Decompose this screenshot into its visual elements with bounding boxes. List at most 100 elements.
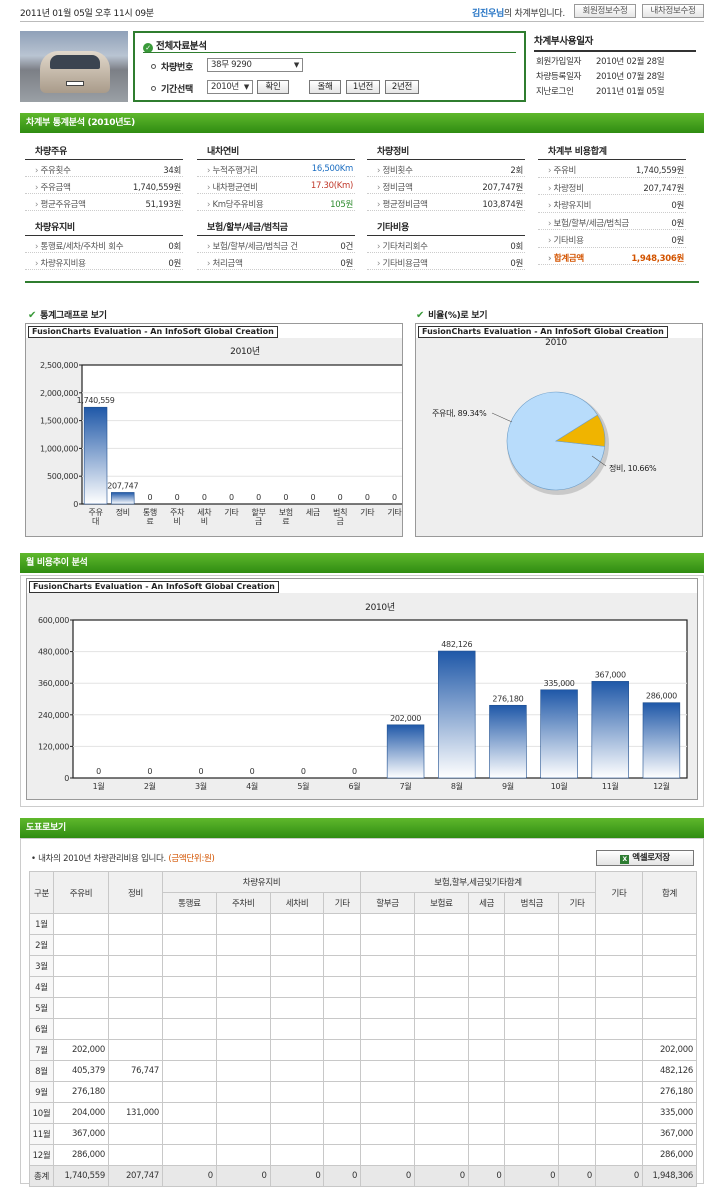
x-tick-label: 기타	[360, 508, 375, 517]
stat-value: 1,740,559원	[635, 166, 684, 176]
row-label: 9월	[29, 1081, 54, 1103]
table-cell	[323, 976, 362, 998]
x-tick-label: 금	[337, 517, 344, 526]
table-cell: 276,180	[53, 1081, 109, 1103]
car-photo	[20, 31, 128, 102]
stat-value: 105원	[330, 200, 353, 210]
two-years-ago-button[interactable]: 2년전	[385, 80, 419, 94]
upkeep-stats-title: 차량유지비	[25, 222, 183, 236]
stat-key: 주유횟수	[35, 164, 71, 176]
y-tick-label: 0	[64, 774, 69, 783]
data-label: 0	[301, 767, 306, 776]
subcol-header: 세금	[467, 892, 506, 914]
x-tick-label: 금	[255, 517, 262, 526]
category-bar-chart-panel: 2010년 0 500,000 1,000,000 1,500,000 2,000,000…	[25, 323, 403, 537]
analysis-selector: ✓ 전체자료분석 차량번호 38무 9290 ▼ 기간선택 2010년 ▼ 확인 올해…	[133, 31, 526, 102]
table-cell	[413, 913, 469, 935]
data-label: 0	[199, 767, 204, 776]
period-label-text: 기간선택	[161, 85, 193, 95]
table-cell	[269, 934, 325, 956]
stat-key: 정비금액	[377, 181, 413, 193]
excel-save-button[interactable]: X 엑셀로저장	[596, 850, 694, 866]
table-cell	[360, 1018, 415, 1040]
category-bar-chart: 2010년 0 500,000 1,000,000 1,500,000 2,000,000…	[40, 346, 402, 526]
table-cell	[269, 1018, 325, 1040]
fusioncharts-label: FusionCharts Evaluation - An InfoSoft Gl…	[28, 326, 278, 338]
car-number-select[interactable]: 38무 9290 ▼	[207, 58, 303, 72]
excel-icon: X	[620, 855, 630, 864]
table-cell	[642, 997, 697, 1019]
table-cell	[504, 913, 560, 935]
stat-row: 처리금액 0원	[197, 253, 355, 270]
one-year-ago-button[interactable]: 1년전	[346, 80, 380, 94]
table-cell	[558, 1018, 596, 1040]
year-select[interactable]: 2010년 ▼	[207, 80, 253, 94]
table-cell	[413, 997, 469, 1019]
table-cell	[215, 997, 271, 1019]
edit-car-button[interactable]: 내차정보수정	[642, 4, 704, 18]
subcol-header: 주차비	[215, 892, 271, 914]
table-cell	[215, 1018, 271, 1040]
x-tick-label: 주차	[170, 508, 185, 517]
table-cell: 276,180	[642, 1081, 697, 1103]
table-row: 8월 405,379 76,747 482,126	[29, 1060, 697, 1082]
table-cell: 0	[504, 1165, 560, 1187]
table-cell	[504, 1144, 560, 1166]
stat-key: 보험/할부/세금/범칙금	[548, 217, 630, 229]
data-label: 1,740,559	[77, 396, 115, 405]
table-cell	[642, 1018, 697, 1040]
table-cell	[360, 913, 415, 935]
table-cell	[467, 1081, 506, 1103]
bar	[111, 492, 135, 505]
data-label: 482,126	[441, 640, 472, 649]
table-cell	[108, 1144, 163, 1166]
data-label: 0	[365, 493, 370, 502]
table-cell: 76,747	[108, 1060, 163, 1082]
stat-key: 차량유지비	[548, 199, 592, 211]
table-cell	[108, 1123, 163, 1145]
subcol-header: 기타	[558, 892, 596, 914]
data-label: 0	[283, 493, 288, 502]
data-label: 367,000	[595, 670, 626, 679]
usage-row: 회원가입일자 2010년 02월 28일	[534, 53, 696, 67]
stat-key: 누적주행거리	[207, 164, 258, 176]
table-cell	[467, 955, 506, 977]
confirm-button[interactable]: 확인	[257, 80, 289, 94]
table-cell	[467, 913, 506, 935]
table-cell	[108, 976, 163, 998]
row-label: 12월	[29, 1144, 54, 1166]
subcol-header: 할부금	[360, 892, 415, 914]
table-cell	[360, 1144, 415, 1166]
usage-row: 차량등록일자 2010년 07월 28일	[534, 68, 696, 82]
stat-value: 2회	[510, 166, 523, 176]
table-cell	[504, 1081, 560, 1103]
car-number-value: 38무 9290	[211, 60, 252, 70]
table-cell	[504, 1102, 560, 1124]
table-cell	[413, 1102, 469, 1124]
x-tick-label: 비	[201, 517, 208, 526]
table-cell	[467, 976, 506, 998]
edit-member-button[interactable]: 회원정보수정	[574, 4, 636, 18]
welcome-suffix: 의 차계부입니다.	[503, 9, 565, 19]
table-cell	[360, 997, 415, 1019]
table-cell	[269, 913, 325, 935]
data-label: 286,000	[646, 692, 677, 701]
stat-value: 0원	[340, 259, 353, 269]
table-cell	[53, 934, 109, 956]
y-tick-label: 360,000	[38, 679, 69, 688]
data-label: 0	[256, 493, 261, 502]
stat-value: 17.30(Km)	[310, 181, 353, 191]
car-number-label-text: 차량번호	[161, 63, 193, 73]
bar	[438, 650, 476, 779]
x-tick-label: 4월	[246, 781, 258, 791]
table-cell	[558, 934, 596, 956]
table-cell	[595, 1144, 643, 1166]
x-tick-label: 6월	[348, 781, 360, 791]
table-cell	[595, 934, 643, 956]
usage-value: 2010년 07월 28일	[596, 72, 665, 82]
subcol-header: 세차비	[269, 892, 325, 914]
table-cell	[162, 997, 217, 1019]
this-year-button[interactable]: 올해	[309, 80, 341, 94]
stat-row: 누적주행거리 16,500Km	[197, 160, 355, 177]
table-unit: (금액단위:원)	[168, 854, 215, 864]
